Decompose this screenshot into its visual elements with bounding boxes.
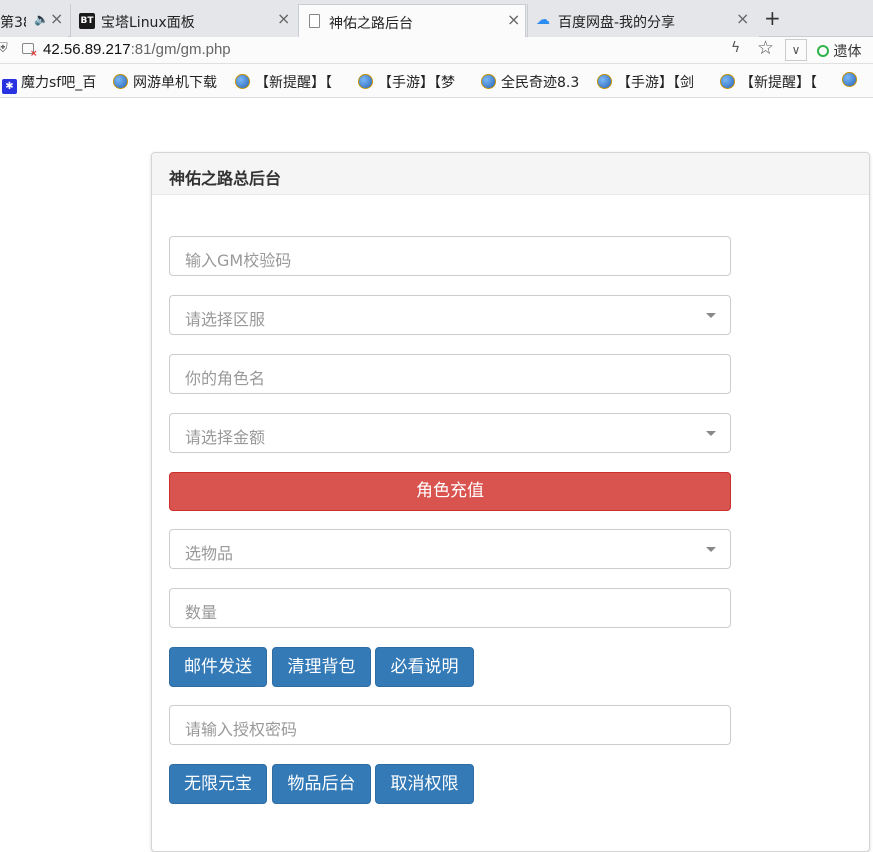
url-field[interactable]: 42.56.89.217:81/gm/gm.php xyxy=(43,41,231,58)
tab-active[interactable]: 神佑之路后台 × xyxy=(298,4,526,38)
bookmark-label: 魔力sf吧_百 xyxy=(21,75,97,91)
bookmark-item[interactable]: ✱ 魔力sf吧_百 xyxy=(2,72,102,94)
gm-code-input[interactable]: 输入GM校验码 xyxy=(169,236,731,276)
close-icon[interactable]: × xyxy=(277,11,290,27)
url-host: 42.56.89.217 xyxy=(43,41,131,58)
close-icon[interactable]: × xyxy=(50,11,63,27)
caret-down-icon xyxy=(706,313,716,318)
instructions-button[interactable]: 必看说明 xyxy=(375,647,474,687)
bookmark-item[interactable]: 【手游】【剑 xyxy=(597,72,709,92)
tab-bt-panel[interactable]: BT 宝塔Linux面板 × xyxy=(70,4,298,37)
globe-icon xyxy=(235,74,250,89)
bookmark-label: 网游单机下载 xyxy=(133,75,217,91)
chevron-down-icon[interactable]: ∨ xyxy=(785,39,807,61)
revoke-permission-button[interactable]: 取消权限 xyxy=(375,764,474,804)
server-select-value: 请选择区服 xyxy=(185,310,266,329)
globe-icon xyxy=(842,72,857,87)
tab-label: 神佑之路后台 xyxy=(329,16,413,32)
speaker-icon[interactable]: 🔈 xyxy=(34,11,49,27)
gm-panel: 神佑之路总后台 输入GM校验码 请选择区服 你的角色名 请选择金额 角色充值 选… xyxy=(151,152,870,852)
bookmark-item[interactable]: 【新提醒】【 xyxy=(235,72,347,92)
globe-icon xyxy=(720,74,735,89)
amount-select-value: 请选择金额 xyxy=(185,428,266,447)
bookmark-label: 【新提醒】【 xyxy=(255,75,332,91)
page-icon xyxy=(309,14,320,28)
item-select[interactable]: 选物品 xyxy=(169,529,731,569)
search-engine-icon xyxy=(817,45,829,57)
bookmark-label: 全民奇迹8.3 xyxy=(501,75,580,91)
bookmark-item[interactable]: 【新提醒】【 xyxy=(720,72,832,92)
caret-down-icon xyxy=(706,431,716,436)
item-backend-button[interactable]: 物品后台 xyxy=(272,764,371,804)
clear-bag-button[interactable]: 清理背包 xyxy=(272,647,371,687)
caret-down-icon xyxy=(706,547,716,552)
quantity-input[interactable]: 数量 xyxy=(169,588,731,628)
bookmark-label: 【手游】【梦 xyxy=(378,75,455,91)
mail-send-button[interactable]: 邮件发送 xyxy=(169,647,267,687)
close-icon[interactable]: × xyxy=(736,11,749,27)
warning-x-icon: × xyxy=(30,49,38,59)
tab-strip: 第38 🔈 × BT 宝塔Linux面板 × 神佑之路后台 × ☁ 百度网盘-我… xyxy=(0,0,873,38)
bookmark-item[interactable]: 全民奇迹8.3 xyxy=(481,72,586,92)
new-tab-icon[interactable]: + xyxy=(764,6,781,30)
tab-label: 宝塔Linux面板 xyxy=(101,15,195,31)
cloud-icon: ☁ xyxy=(536,12,550,28)
unlimited-yuanbao-button[interactable]: 无限元宝 xyxy=(169,764,267,804)
bookmark-label: 【手游】【剑 xyxy=(617,75,694,91)
item-select-value: 选物品 xyxy=(185,544,234,563)
url-path: :81/gm/gm.php xyxy=(130,41,231,58)
server-select[interactable]: 请选择区服 xyxy=(169,295,731,335)
baidu-paw-icon: ✱ xyxy=(2,79,17,94)
lightning-icon[interactable]: ϟ xyxy=(731,40,740,56)
recharge-button[interactable]: 角色充值 xyxy=(169,472,731,511)
globe-icon xyxy=(597,74,612,89)
role-name-input[interactable]: 你的角色名 xyxy=(169,354,731,394)
shield-icon[interactable]: ⛨ xyxy=(0,41,8,56)
star-icon[interactable]: ☆ xyxy=(757,37,774,59)
bookmarks-bar: ✱ 魔力sf吧_百 网游单机下载 【新提醒】【 【手游】【梦 全民奇迹8.3 【手… xyxy=(0,64,873,98)
bookmark-label: 【新提醒】【 xyxy=(740,75,817,91)
search-text: 遗体 xyxy=(833,44,862,60)
bookmark-item[interactable]: 网游单机下载 xyxy=(113,72,225,92)
quantity-placeholder: 数量 xyxy=(185,603,218,622)
globe-icon xyxy=(113,74,128,89)
address-bar: ⛨ × 42.56.89.217:81/gm/gm.php ϟ ☆ ∨ 遗体 xyxy=(0,37,873,64)
auth-password-placeholder: 请输入授权密码 xyxy=(185,720,298,739)
tab-first[interactable]: 第38 🔈 × xyxy=(0,4,68,37)
close-icon[interactable]: × xyxy=(507,12,520,28)
amount-select[interactable]: 请选择金额 xyxy=(169,413,731,453)
tab-baidu-pan[interactable]: ☁ 百度网盘-我的分享 × xyxy=(527,4,759,37)
bookmark-item[interactable] xyxy=(842,72,872,89)
bt-icon: BT xyxy=(79,13,95,29)
role-name-placeholder: 你的角色名 xyxy=(185,369,266,388)
tab-label: 第38 xyxy=(0,15,26,31)
auth-password-input[interactable]: 请输入授权密码 xyxy=(169,705,731,745)
globe-icon xyxy=(358,74,373,89)
tab-label: 百度网盘-我的分享 xyxy=(558,15,676,31)
bookmark-item[interactable]: 【手游】【梦 xyxy=(358,72,470,92)
search-box[interactable]: 遗体 xyxy=(817,41,861,61)
globe-icon xyxy=(481,74,496,89)
gm-code-placeholder: 输入GM校验码 xyxy=(185,251,292,270)
panel-title: 神佑之路总后台 xyxy=(152,153,869,195)
